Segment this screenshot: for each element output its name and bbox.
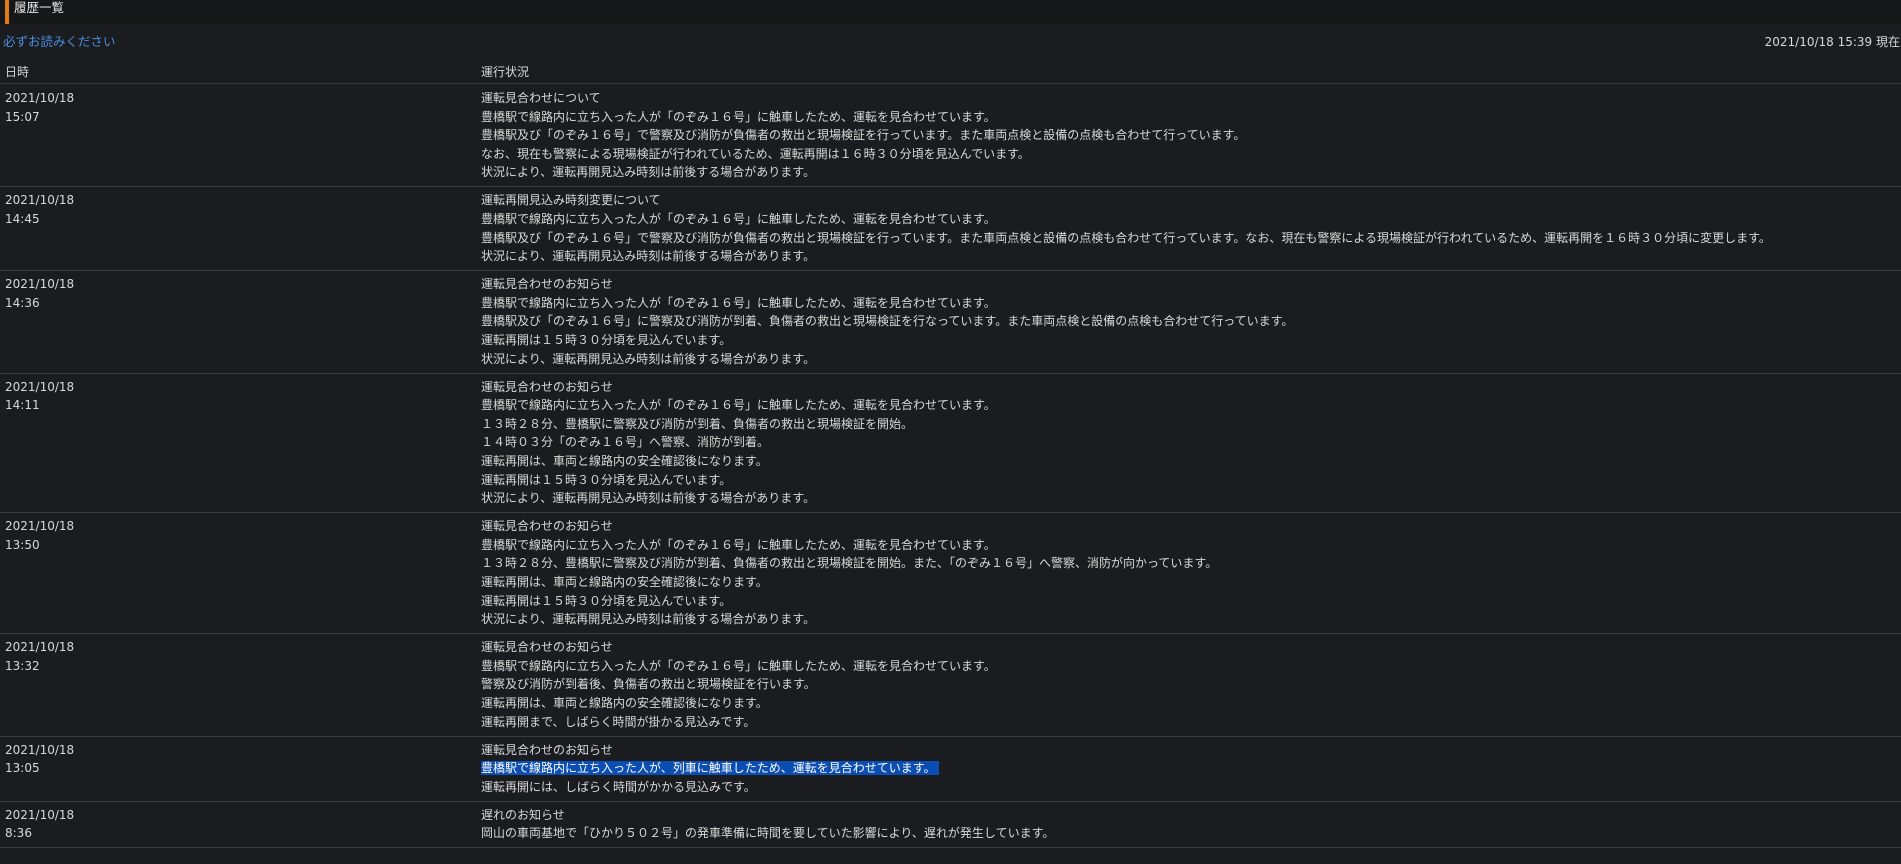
entry-time: 13:32 (5, 658, 40, 673)
entry-text-line: 岡山の車両基地で「ひかり５０２号」の発車準備に時間を要していた影響により、遅れが… (481, 826, 1055, 841)
entry-date: 2021/10/18 (5, 193, 75, 208)
entry-heading: 運転見合わせのお知らせ (481, 519, 613, 534)
entry-heading: 運転見合わせのお知らせ (481, 277, 613, 292)
entry-message: 運転見合わせのお知らせ豊橋駅で線路内に立ち入った人が「のぞみ１６号」に触車したた… (481, 517, 1901, 629)
entry-time: 14:45 (5, 211, 40, 226)
entry-text-line: 豊橋駅及び「のぞみ１６号」に警察及び消防が到着、負傷者の救出と現場検証を行なって… (481, 314, 1294, 329)
entry-datetime: 2021/10/18 13:05 (5, 741, 74, 778)
entry-heading: 運転見合わせのお知らせ (481, 742, 613, 757)
entry-text-line: 運転再開は、車両と線路内の安全確認後になります。 (481, 453, 768, 468)
entry-date: 2021/10/18 (5, 640, 75, 655)
entry-message: 運転見合わせのお知らせ豊橋駅で線路内に立ち入った人が「のぞみ１６号」に触車したた… (481, 275, 1901, 368)
entry-text-line: 状況により、運転再開見込み時刻は前後する場合があります。 (481, 351, 816, 366)
entry-text-line: 運転再開は１５時３０分頃を見込んでいます。 (481, 593, 732, 608)
entry-text-line: 豊橋駅で線路内に立ち入った人が「のぞみ１６号」に触車したため、運転を見合わせてい… (481, 537, 996, 552)
entry-date: 2021/10/18 (5, 742, 75, 757)
entry-text-line: 豊橋駅で線路内に立ち入った人が、列車に触車したため、運転を見合わせています。 (481, 759, 1901, 778)
entry-datetime: 2021/10/18 14:36 (5, 275, 74, 312)
entry-text-line: １３時２８分、豊橋駅に警察及び消防が到着、負傷者の救出と現場検証を開始。また、「… (481, 556, 1218, 571)
entry-message: 運転見合わせのお知らせ豊橋駅で線路内に立ち入った人が「のぞみ１６号」に触車したた… (481, 638, 1901, 731)
entry-text-line: 状況により、運転再開見込み時刻は前後する場合があります。 (481, 165, 816, 180)
entry-date: 2021/10/18 (5, 277, 75, 292)
entry-text-line: １３時２８分、豊橋駅に警察及び消防が到着、負傷者の救出と現場検証を開始。 (481, 416, 914, 431)
entry-text-line: 運転再開は、車両と線路内の安全確認後になります。 (481, 695, 768, 710)
entry-datetime: 2021/10/18 13:32 (5, 638, 74, 675)
entry-text-line: 運転再開は、車両と線路内の安全確認後になります。 (481, 574, 768, 589)
entry-text-line: 豊橋駅で線路内に立ち入った人が「のぞみ１６号」に触車したため、運転を見合わせてい… (481, 109, 996, 124)
column-header-datetime: 日時 (5, 65, 30, 79)
must-read-link[interactable]: 必ずお読みください (3, 33, 116, 52)
entry-text-line: 運転再開は１５時３０分頃を見込んでいます。 (481, 332, 732, 347)
history-row: 2021/10/18 15:07 運転見合わせについて豊橋駅で線路内に立ち入った人が… (0, 85, 1901, 188)
entry-heading: 遅れのお知らせ (481, 807, 565, 822)
entry-time: 14:36 (5, 295, 40, 310)
entry-time: 8:36 (5, 826, 32, 841)
entry-datetime: 2021/10/18 8:36 (5, 806, 74, 843)
entry-text-line: 状況により、運転再開見込み時刻は前後する場合があります。 (481, 491, 816, 506)
history-row: 2021/10/18 14:11 運転見合わせのお知らせ豊橋駅で線路内に立ち入った人… (0, 374, 1901, 514)
history-row: 2021/10/18 14:45 運転再開見込み時刻変更について豊橋駅で線路内に立ち… (0, 187, 1901, 272)
entry-message: 運転見合わせのお知らせ豊橋駅で線路内に立ち入った人が「のぞみ１６号」に触車したた… (481, 378, 1901, 508)
entry-text-line: 運転再開には、しばらく時間がかかる見込みです。 (481, 779, 756, 794)
entry-text-line: 運転再開は１５時３０分頃を見込んでいます。 (481, 472, 732, 487)
entry-datetime: 2021/10/18 14:45 (5, 191, 74, 228)
entry-text-line: 豊橋駅で線路内に立ち入った人が「のぞみ１６号」に触車したため、運転を見合わせてい… (481, 658, 996, 673)
selected-text: 豊橋駅で線路内に立ち入った人が、列車に触車したため、運転を見合わせています。 (481, 761, 939, 776)
entry-time: 15:07 (5, 109, 40, 124)
history-row: 2021/10/18 13:50 運転見合わせのお知らせ豊橋駅で線路内に立ち入った人… (0, 513, 1901, 635)
page-title: 履歴一覧 (14, 0, 65, 15)
entry-date: 2021/10/18 (5, 91, 75, 105)
entry-date: 2021/10/18 (5, 519, 75, 534)
entry-date: 2021/10/18 (5, 379, 75, 394)
entry-text-line: １４時０３分「のぞみ１６号」へ警察、消防が到着。 (481, 435, 770, 450)
entry-text-line: 豊橋駅及び「のぞみ１６号」で警察及び消防が負傷者の救出と現場検証を行っています。… (481, 128, 1246, 143)
entry-text-line: 警察及び消防が到着後、負傷者の救出と現場検証を行います。 (481, 677, 816, 692)
entry-text-line: なお、現在も警察による現場検証が行われているため、運転再開は１６時３０分頃を見込… (481, 146, 1030, 161)
header-divider (0, 83, 1901, 84)
entry-heading: 運転再開見込み時刻変更について (481, 193, 661, 208)
entry-heading: 運転見合わせのお知らせ (481, 640, 613, 655)
history-row: 2021/10/18 13:05 運転見合わせのお知らせ豊橋駅で線路内に立ち入った人… (0, 737, 1901, 802)
entry-message: 運転見合わせのお知らせ豊橋駅で線路内に立ち入った人が、列車に触車したため、運転を… (481, 741, 1901, 797)
entry-text-line: 豊橋駅及び「のぞみ１６号」で警察及び消防が負傷者の救出と現場検証を行っています。… (481, 230, 1771, 245)
entry-date: 2021/10/18 (5, 807, 75, 822)
as-of-timestamp: 2021/10/18 15:39 現在 (1764, 35, 1900, 49)
column-header-status: 運行状況 (481, 65, 530, 79)
entry-message: 運転再開見込み時刻変更について豊橋駅で線路内に立ち入った人が「のぞみ１６号」に触… (481, 191, 1901, 265)
entry-text-line: 状況により、運転再開見込み時刻は前後する場合があります。 (481, 249, 816, 264)
entry-message: 運転見合わせについて豊橋駅で線路内に立ち入った人が「のぞみ１６号」に触車したため… (481, 89, 1901, 182)
entry-time: 13:50 (5, 537, 40, 552)
entry-datetime: 2021/10/18 13:50 (5, 517, 74, 554)
entry-text-line: 豊橋駅で線路内に立ち入った人が「のぞみ１６号」に触車したため、運転を見合わせてい… (481, 211, 996, 226)
entry-time: 13:05 (5, 761, 40, 776)
title-accent-bar (5, 0, 9, 24)
entry-message: 遅れのお知らせ岡山の車両基地で「ひかり５０２号」の発車準備に時間を要していた影響… (481, 806, 1901, 843)
history-row: 2021/10/18 14:36 運転見合わせのお知らせ豊橋駅で線路内に立ち入った人… (0, 271, 1901, 374)
entry-text-line: 運転再開まで、しばらく時間が掛かる見込みです。 (481, 714, 756, 729)
entry-text-line: 豊橋駅で線路内に立ち入った人が「のぞみ１６号」に触車したため、運転を見合わせてい… (481, 295, 996, 310)
entry-time: 14:11 (5, 398, 40, 413)
entry-text-line: 状況により、運転再開見込み時刻は前後する場合があります。 (481, 612, 816, 627)
entry-datetime: 2021/10/18 15:07 (5, 89, 74, 126)
title-bar: 履歴一覧 (0, 0, 1901, 24)
entry-datetime: 2021/10/18 14:11 (5, 378, 74, 415)
entry-heading: 運転見合わせのお知らせ (481, 379, 613, 394)
entry-heading: 運転見合わせについて (481, 91, 601, 105)
history-row: 2021/10/18 13:32 運転見合わせのお知らせ豊橋駅で線路内に立ち入った人… (0, 634, 1901, 737)
history-row: 2021/10/18 8:36 遅れのお知らせ岡山の車両基地で「ひかり５０２号」の発… (0, 802, 1901, 849)
entry-text-line: 豊橋駅で線路内に立ち入った人が「のぞみ１６号」に触車したため、運転を見合わせてい… (481, 398, 996, 413)
